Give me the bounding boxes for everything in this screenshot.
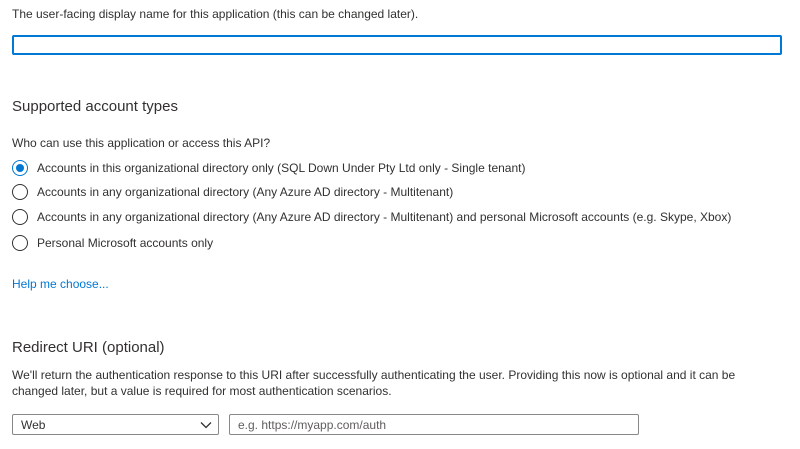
radio-unselected-icon <box>12 184 28 200</box>
redirect-uri-description-line2: changed later, but a value is required f… <box>12 384 392 398</box>
radio-personal-only[interactable]: Personal Microsoft accounts only <box>12 233 213 253</box>
radio-selected-icon <box>12 160 28 176</box>
account-types-question: Who can use this application or access t… <box>12 136 271 150</box>
radio-label: Accounts in any organizational directory… <box>37 185 454 199</box>
display-name-input[interactable] <box>12 35 782 55</box>
radio-multitenant-personal[interactable]: Accounts in any organizational directory… <box>12 207 731 227</box>
platform-select-value: Web <box>21 417 46 432</box>
help-me-choose-link[interactable]: Help me choose... <box>12 276 109 292</box>
redirect-uri-input[interactable] <box>229 414 639 435</box>
radio-label: Accounts in this organizational director… <box>37 161 526 175</box>
platform-select[interactable]: Web <box>12 414 219 435</box>
radio-label: Accounts in any organizational directory… <box>37 210 732 224</box>
redirect-uri-description-line1: We'll return the authentication response… <box>12 368 736 382</box>
radio-single-tenant[interactable]: Accounts in this organizational director… <box>12 158 525 178</box>
account-types-title: Supported account types <box>12 98 178 115</box>
radio-label: Personal Microsoft accounts only <box>37 236 214 250</box>
redirect-uri-title: Redirect URI (optional) <box>12 339 165 356</box>
radio-unselected-icon <box>12 209 28 225</box>
radio-unselected-icon <box>12 235 28 251</box>
display-name-description: The user-facing display name for this ap… <box>12 7 419 21</box>
radio-dot-icon <box>16 164 24 172</box>
radio-multitenant[interactable]: Accounts in any organizational directory… <box>12 182 453 202</box>
chevron-down-icon <box>200 421 212 429</box>
